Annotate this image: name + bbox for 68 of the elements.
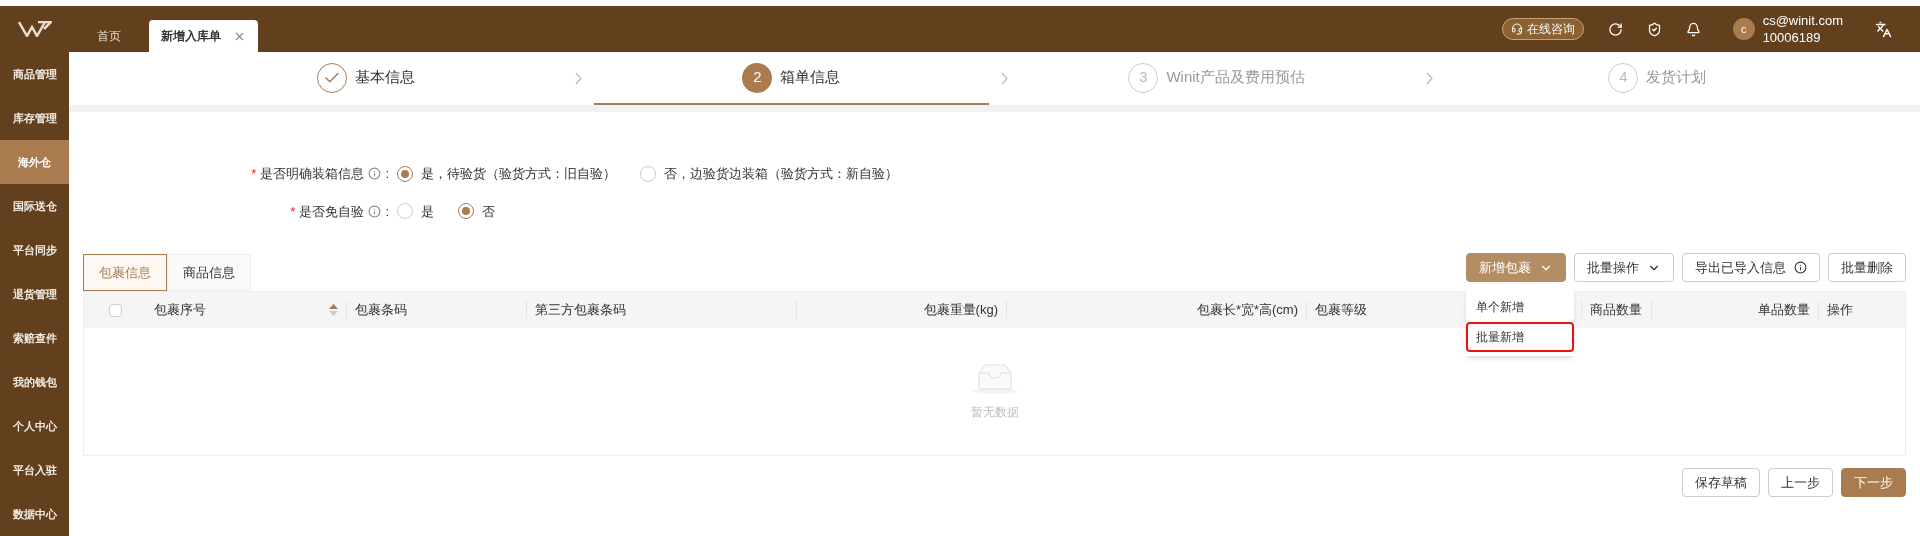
chevron-right-icon [1000,72,1008,85]
footer-button[interactable]: 下一步 [1841,468,1906,497]
radio-label: 是 [421,202,434,221]
radio-label: 是，待验货（验货方式：旧自验） [421,165,616,183]
chevron-right-icon [1425,72,1433,85]
consult-button[interactable]: 在线咨询 [1501,18,1584,40]
column-header: 操作 [1827,301,1853,320]
step-label: Winit产品及费用预估 [1166,67,1305,88]
column-header: 单品数量 [1758,301,1810,320]
column-header: 包裹等级 [1315,301,1367,320]
sidebar-item[interactable]: 海外仓 [0,140,69,184]
bell-icon[interactable] [1685,21,1701,37]
step-label: 箱单信息 [780,67,841,88]
step[interactable]: 基本信息 [169,52,564,105]
sidebar-item[interactable]: 个人中心 [0,404,69,448]
refresh-icon[interactable] [1607,21,1623,37]
label-colon: : [385,165,389,183]
required-mark: * [290,202,296,221]
page-tab[interactable]: 新增入库单 [149,20,258,52]
toolbar-button[interactable]: 导出已导入信息 [1682,253,1820,282]
logo-icon [17,21,52,37]
radio-label: 否，边验货边装箱（验货方式：新自验） [664,165,898,183]
select-all-checkbox[interactable] [108,303,122,317]
headset-icon [1510,23,1523,35]
step-label: 发货计划 [1646,67,1707,88]
footer-button[interactable]: 上一步 [1768,468,1833,497]
info-tab[interactable]: 商品信息 [167,254,251,291]
sidebar-item[interactable]: 数据中心 [0,492,69,536]
user-email: cs@winit.com [1762,12,1843,29]
column-header: 第三方包裹条码 [535,301,626,320]
sidebar-item[interactable]: 国际送仓 [0,184,69,228]
info-icon[interactable] [368,167,382,181]
sidebar-item[interactable]: 库存管理 [0,96,69,140]
info-tab[interactable]: 包裹信息 [83,254,167,291]
info-icon [1794,261,1807,274]
sidebar-item[interactable]: 商品管理 [0,52,69,96]
column-header: 包裹长*宽*高(cm) [1196,301,1298,320]
shield-icon[interactable] [1646,21,1662,37]
sidebar-item[interactable]: 退货管理 [0,272,69,316]
column-header: 包裹重量(kg) [923,301,998,320]
label-colon: : [385,202,389,221]
step-number: 2 [742,62,773,93]
empty-text: 暂无数据 [970,403,1019,421]
column-header: 包裹条码 [355,301,407,320]
translate-icon[interactable] [1875,20,1892,38]
sidebar-item[interactable]: 索赔查件 [0,316,69,360]
menu-item[interactable]: 单个新增 [1466,292,1574,322]
toolbar-button[interactable]: 批量删除 [1828,253,1906,282]
sidebar-item[interactable]: 平台入驻 [0,448,69,492]
field-label: 是否明确装箱信息 [260,165,365,183]
empty-inbox-icon [970,362,1019,395]
toolbar-button[interactable]: 批量操作 [1574,253,1674,282]
column-header: 包裹序号 [154,301,206,320]
page-tab[interactable]: 首页 [85,20,133,52]
account-number: 10006189 [1762,29,1822,46]
chevron-right-icon [575,72,583,85]
sidebar-item[interactable]: 我的钱包 [0,360,69,404]
required-mark: * [251,165,257,183]
step-label: 基本信息 [355,67,416,88]
sort-icon[interactable] [329,304,338,316]
sidebar-item[interactable]: 平台同步 [0,228,69,272]
footer-button[interactable]: 保存草稿 [1682,468,1760,497]
radio-label: 否 [482,202,495,221]
avatar[interactable]: c [1732,18,1755,40]
field-label: 是否免自验 [299,202,365,221]
info-icon[interactable] [368,204,382,218]
column-header: 商品数量 [1590,301,1642,320]
menu-item[interactable]: 批量新增 [1466,322,1574,352]
